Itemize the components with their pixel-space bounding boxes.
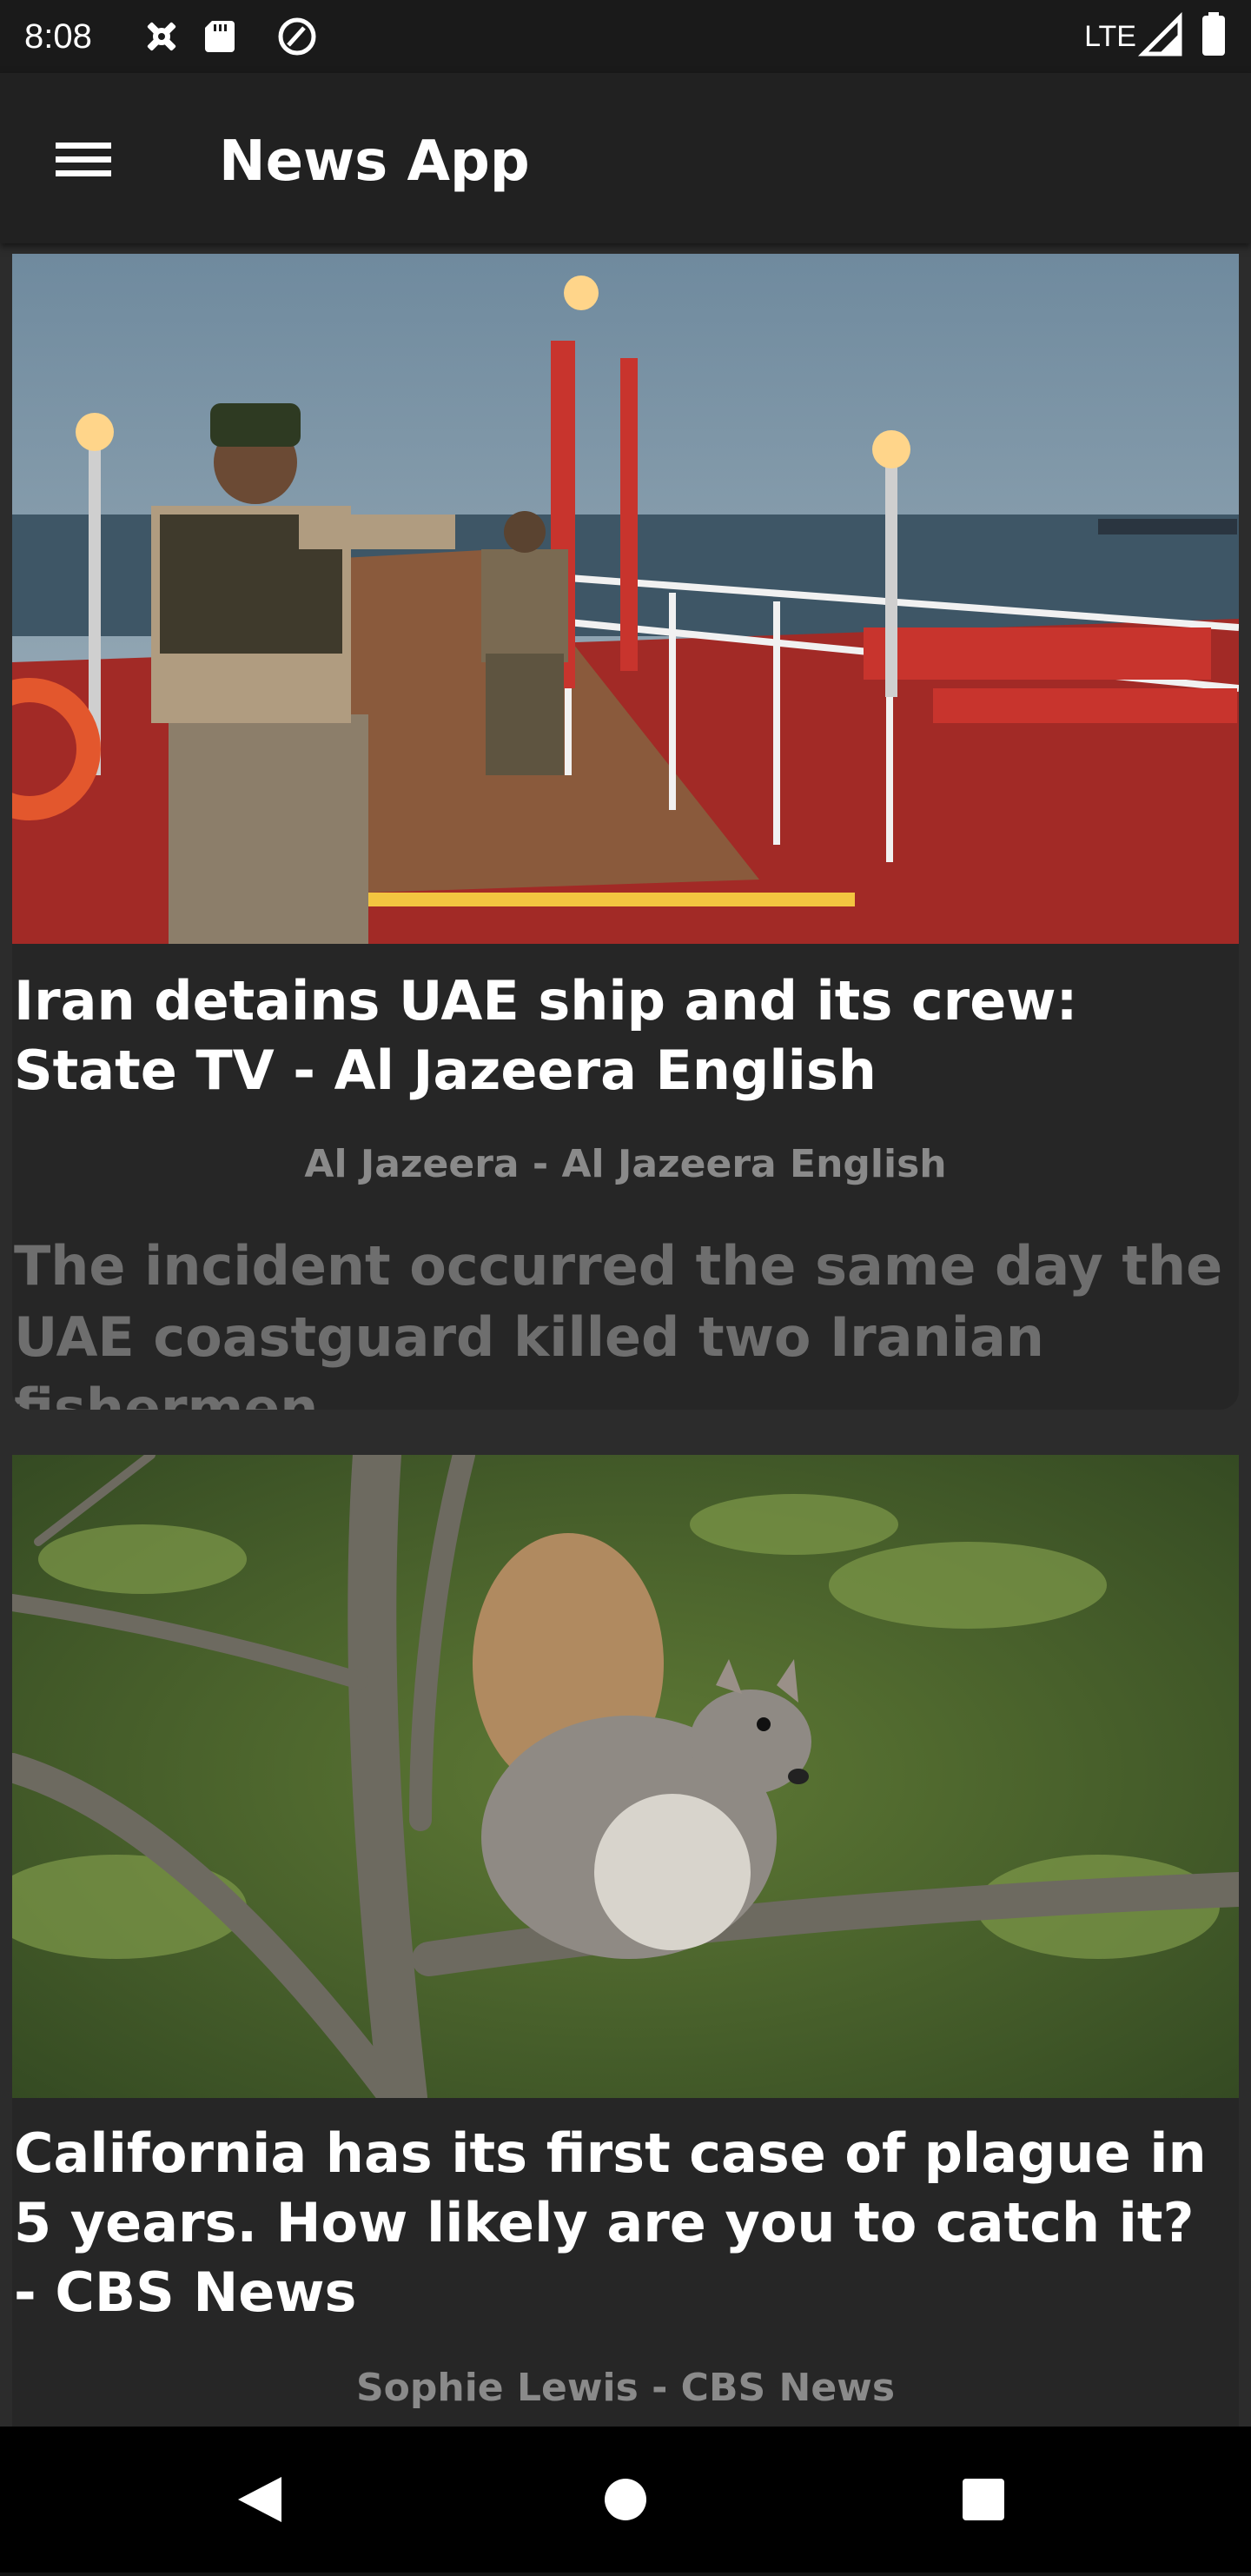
status-system-icons [1137,12,1225,56]
article-image-squirrel [12,1455,1239,2098]
article-card[interactable]: Iran detains UAE ship and its crew: Stat… [12,254,1239,1410]
news-feed[interactable]: Iran detains UAE ship and its crew: Stat… [0,243,1251,2427]
app-title: News App [219,129,530,194]
article-headline[interactable]: Iran detains UAE ship and its crew: Stat… [14,966,1230,1105]
network-type: LTE [1084,20,1136,53]
home-circle-icon [605,2479,646,2520]
battery-icon [1202,16,1225,56]
back-button[interactable] [238,2477,281,2522]
home-button[interactable] [605,2479,646,2520]
settings-icon [147,22,176,51]
hamburger-menu-icon [56,143,111,176]
system-nav-bar [0,2427,1251,2573]
article-description: The incident occurred the same day the U… [14,1234,1223,1410]
article-image-ship [12,254,1239,944]
article-card[interactable]: California has its first case of plague … [12,1455,1239,2427]
status-bar: 8:08 LTE [0,0,1251,73]
article-headline[interactable]: California has its first case of plague … [14,2119,1230,2327]
article-source: Sophie Lewis - CBS News [355,2366,896,2410]
status-time: 8:08 [24,17,92,56]
data-saver-icon [278,17,316,56]
recents-square-icon [963,2479,1004,2520]
recents-button[interactable] [963,2479,1004,2520]
status-notification-icons [147,17,316,56]
menu-button[interactable] [43,125,127,191]
back-triangle-icon [238,2477,281,2522]
article-source: Al Jazeera - Al Jazeera English [304,1142,947,1186]
app-bar: News App [0,73,1251,243]
